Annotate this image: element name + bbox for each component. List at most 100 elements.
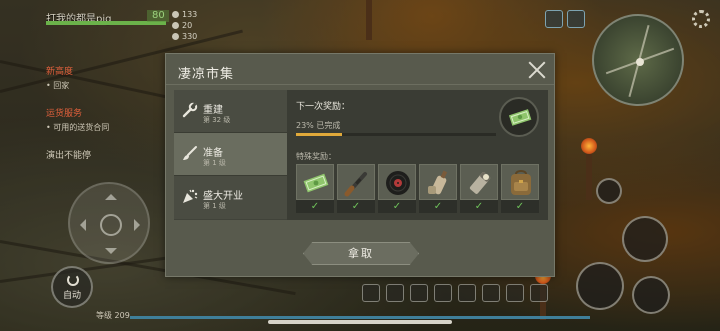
reward-slot[interactable]: ✓ [419, 164, 457, 214]
progress-bar-fill [296, 133, 342, 136]
shield-icon[interactable] [410, 284, 428, 302]
stat-row: 330 [172, 31, 197, 42]
auto-button[interactable]: 自动 [51, 266, 93, 308]
quest-objective[interactable]: • 回家 [46, 80, 69, 91]
tab-level: 第 32 级 [203, 116, 231, 124]
group-icon[interactable] [362, 284, 380, 302]
reward-slot-face [419, 164, 457, 200]
compass-icon[interactable] [458, 284, 476, 302]
torch [366, 0, 372, 40]
joystick-knob[interactable] [100, 214, 122, 236]
claimed-check-icon: ✓ [337, 200, 375, 213]
claimed-check-icon: ✓ [501, 200, 539, 213]
progress-bar [296, 133, 496, 136]
quick-toolbar [362, 284, 548, 304]
search-icon[interactable] [545, 10, 563, 28]
torch [581, 138, 597, 200]
money-icon [508, 109, 532, 126]
tab-prepare[interactable]: 准备 第 1 级 [174, 133, 287, 176]
dialog-body: 重建 第 32 级 准备 第 1 级 盛大开业 第 1 级 下一次奖励： 23%… [174, 90, 548, 220]
tab-level: 第 1 级 [203, 159, 226, 167]
reward-slot[interactable]: ✓ [501, 164, 539, 214]
vinyl-record-icon [386, 171, 410, 195]
food-icon [172, 22, 179, 29]
reward-slot-face [337, 164, 375, 200]
reward-slot-face [296, 164, 334, 200]
claim-button[interactable]: 拿取 [303, 242, 419, 265]
stat-value: 20 [182, 21, 193, 30]
reward-slot[interactable]: ✓ [337, 164, 375, 214]
quest-title[interactable]: 新高度 [46, 64, 73, 77]
auto-cycle-icon [67, 274, 79, 286]
player-marker-icon [636, 58, 644, 66]
camera-icon[interactable] [506, 284, 524, 302]
tab-level: 第 1 级 [203, 202, 226, 210]
dialog-title: 凄凉市集 [178, 67, 235, 82]
arrow-left-icon [74, 219, 86, 231]
special-reward-label: 特殊奖励： [296, 152, 336, 161]
claimed-check-icon: ✓ [460, 200, 498, 213]
stage-tabs: 重建 第 32 级 准备 第 1 级 盛大开业 第 1 级 [174, 90, 287, 220]
confetti-icon [182, 188, 198, 204]
reward-slot[interactable]: ✓ [378, 164, 416, 214]
flashlight-icon [469, 172, 491, 194]
notification-icon[interactable] [567, 10, 585, 28]
tab-label: 准备 [203, 148, 223, 159]
reward-slot[interactable]: ✓ [296, 164, 334, 214]
crafting-icon[interactable] [596, 178, 622, 204]
quest-title[interactable]: 演出不能停 [46, 148, 91, 161]
reward-slot-face [501, 164, 539, 200]
tab-grand-opening[interactable]: 盛大开业 第 1 级 [174, 176, 287, 219]
stat-value: 330 [182, 32, 198, 41]
arrow-right-icon [134, 219, 146, 231]
hp-value: 80 [152, 10, 165, 21]
bottle-icon [428, 170, 448, 195]
claimed-check-icon: ✓ [419, 200, 457, 213]
money-icon [303, 173, 329, 193]
reward-slot-face [378, 164, 416, 200]
experience-bar [130, 316, 590, 319]
reward-panel: 下一次奖励： 23% 已完成 特殊奖励： ✓ ✓ ✓ ✓ ✓ ✓ [287, 90, 548, 220]
reward-slot[interactable]: ✓ [460, 164, 498, 214]
stat-value: 133 [182, 10, 198, 19]
special-reward-list: ✓ ✓ ✓ ✓ ✓ ✓ [296, 164, 539, 214]
chest-icon[interactable] [530, 284, 548, 302]
gear-icon[interactable] [692, 10, 710, 28]
inventory-icon[interactable] [434, 284, 452, 302]
market-dialog: 凄凉市集 重建 第 32 级 准备 第 1 级 盛大开业 第 1 级 下一次奖励… [165, 53, 555, 277]
brush-icon [182, 145, 198, 161]
hand-icon[interactable] [576, 262, 624, 310]
quest-title[interactable]: 运货服务 [46, 106, 82, 119]
next-reward-slot[interactable] [499, 97, 539, 137]
tab-label: 重建 [203, 105, 223, 116]
hat-icon[interactable] [386, 284, 404, 302]
player-level: 等级 209 [96, 311, 130, 320]
sprint-icon[interactable] [632, 276, 670, 314]
tab-rebuild[interactable]: 重建 第 32 级 [174, 90, 287, 133]
claimed-check-icon: ✓ [378, 200, 416, 213]
energy-icon [172, 11, 179, 18]
home-indicator [268, 320, 452, 324]
stat-row: 133 [172, 9, 197, 20]
claimed-check-icon: ✓ [296, 200, 334, 213]
close-icon[interactable] [526, 59, 548, 81]
reward-slot-face [460, 164, 498, 200]
rifle-icon [344, 172, 367, 197]
water-icon [172, 33, 179, 40]
stat-row: 20 [172, 20, 197, 31]
wrench-icon [182, 102, 198, 118]
tab-label: 盛大开业 [203, 191, 243, 202]
fist-icon[interactable] [622, 216, 668, 262]
header-divider [166, 84, 554, 85]
store-icon[interactable] [482, 284, 500, 302]
next-reward-label: 下一次奖励： [296, 102, 351, 112]
minimap[interactable] [592, 14, 684, 106]
quest-objective[interactable]: • 可用的送货合同 [46, 122, 109, 133]
backpack-icon [511, 170, 531, 195]
auto-button-label: 自动 [62, 291, 81, 301]
arrow-down-icon [105, 248, 117, 260]
progress-text: 23% 已完成 [296, 121, 341, 130]
player-stats: 133 20 330 [172, 9, 197, 42]
movement-joystick[interactable] [68, 182, 150, 264]
arrow-up-icon [105, 188, 117, 200]
